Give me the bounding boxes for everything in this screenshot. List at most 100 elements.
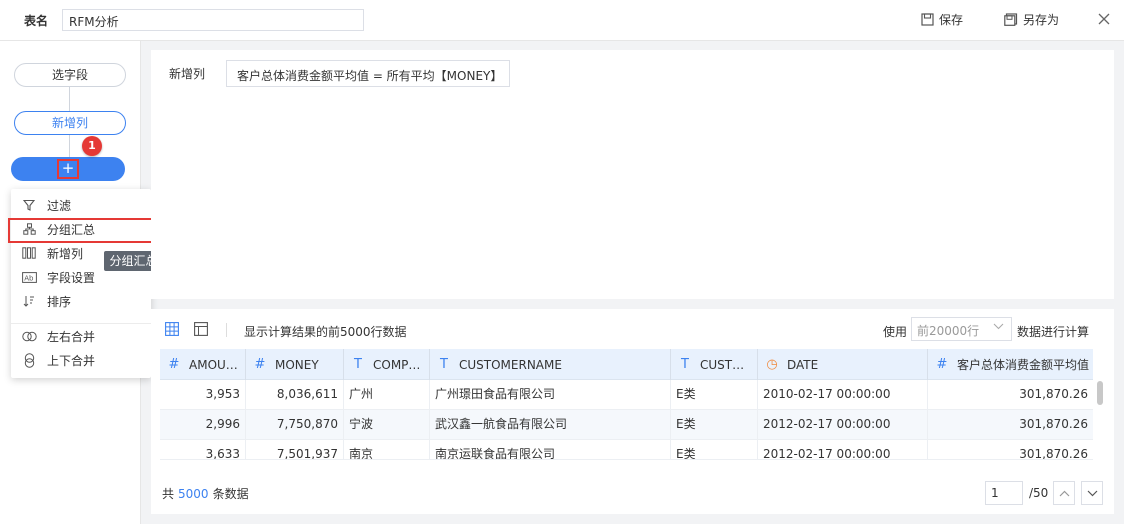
menu-item-label: 字段设置 — [47, 270, 96, 285]
table-row[interactable]: 3,953 8,036,611 广州 广州璟田食品有限公司 E类 2010-02… — [160, 380, 1093, 410]
table-cell: 2,996 — [160, 410, 246, 440]
table-cell: E类 — [671, 440, 758, 459]
menu-item-label: 过滤 — [47, 198, 72, 213]
table-cell: 301,870.26 — [1019, 387, 1088, 401]
column-header-money[interactable]: # MONEY — [246, 349, 344, 380]
table-cell: 2012-02-17 00:00:00 — [758, 440, 928, 459]
save-button[interactable]: 保存 — [921, 11, 963, 28]
table-cell: 3,633 — [160, 440, 246, 459]
table-cell: 广州璟田食品有限公司 — [430, 380, 671, 410]
table-header: # AMOU… # MONEY T COMP… T CUSTOMERNAME T CUST… — [160, 349, 1093, 380]
table-name-input[interactable]: RFM分析 — [62, 9, 364, 31]
number-type-icon: # — [254, 357, 266, 372]
save-label: 保存 — [939, 13, 964, 27]
number-type-icon: # — [936, 357, 948, 372]
calc-label: 数据进行计算 — [1017, 325, 1090, 339]
new-column-step[interactable]: 新增列 — [14, 111, 126, 135]
select-field-step[interactable]: 选字段 — [14, 63, 126, 87]
field-settings-icon: Ab — [21, 270, 37, 284]
menu-item-filter[interactable]: 过滤 — [11, 194, 151, 216]
column-editor-panel: 新增列 客户总体消费金额平均值 = 所有平均【MONEY】 — [151, 50, 1114, 299]
total-prefix: 共 — [162, 487, 175, 501]
table-scrollbar[interactable] — [1097, 381, 1103, 405]
table-name-label: 表名 — [24, 14, 49, 28]
column-label: 客户总体消费金额平均值 — [957, 358, 1090, 372]
column-label: DATE — [787, 357, 819, 372]
column-label: COMP… — [373, 357, 421, 372]
close-icon[interactable] — [1098, 11, 1112, 27]
table-cell: 2010-02-17 00:00:00 — [758, 380, 928, 410]
chevron-down-icon — [1087, 490, 1097, 496]
text-type-icon: T — [354, 357, 362, 372]
top-bottom-merge-icon — [21, 352, 37, 368]
left-right-merge-icon — [21, 329, 37, 343]
table-cell: 宁波 — [344, 410, 430, 440]
column-header-customername[interactable]: T CUSTOMERNAME — [430, 349, 671, 380]
column-label: CUST… — [700, 357, 745, 372]
menu-item-top-bottom-merge[interactable]: 上下合并 — [11, 349, 151, 371]
column-header-comp[interactable]: T COMP… — [344, 349, 430, 380]
page-number-input[interactable]: 1 — [985, 481, 1023, 505]
table-cell: E类 — [671, 410, 758, 440]
previous-page-button[interactable] — [1053, 481, 1075, 505]
flow-connector — [69, 135, 70, 157]
preview-title: 显示计算结果的前5000行数据 — [244, 325, 407, 339]
data-preview-panel: 显示计算结果的前5000行数据 使用 前20000行 数据进行计算 # AMOU…… — [151, 309, 1114, 514]
menu-divider — [11, 323, 151, 324]
table-cell: 7,750,870 — [246, 410, 344, 440]
table-cell: 301,870.26 — [1019, 447, 1088, 460]
menu-item-label: 左右合并 — [47, 329, 96, 344]
column-header-cust[interactable]: T CUST… — [671, 349, 758, 380]
next-page-button[interactable] — [1081, 481, 1103, 505]
menu-item-label: 新增列 — [47, 246, 84, 261]
total-number: 5000 — [178, 487, 209, 501]
table-cell: 广州 — [344, 380, 430, 410]
text-type-icon: T — [440, 357, 448, 372]
filter-icon — [21, 198, 37, 212]
column-label: AMOU… — [189, 357, 238, 372]
column-header-avg-spend[interactable]: # 客户总体消费金额平均值 — [928, 349, 1093, 380]
table-cell: 3,953 — [160, 380, 246, 410]
column-header-date[interactable]: ◷ DATE — [758, 349, 928, 380]
table-cell: 8,036,611 — [246, 380, 344, 410]
grid-view-icon[interactable] — [165, 322, 179, 336]
callout-badge-1: 1 — [82, 136, 102, 156]
save-as-icon — [1004, 13, 1018, 26]
column-header-amount[interactable]: # AMOU… — [160, 349, 246, 380]
flow-connector — [69, 87, 70, 111]
chevron-up-icon — [1059, 490, 1069, 496]
menu-item-left-right-merge[interactable]: 左右合并 — [11, 325, 151, 347]
table-cell: 7,501,937 — [246, 440, 344, 459]
table-cell: 301,870.26 — [1019, 417, 1088, 431]
column-label: CUSTOMERNAME — [459, 357, 562, 372]
table-cell: 2012-02-17 00:00:00 — [758, 410, 928, 440]
table-cell: E类 — [671, 380, 758, 410]
layout-view-icon[interactable] — [194, 322, 208, 336]
page-total: /50 — [1029, 486, 1049, 500]
group-summary-highlight — [8, 218, 154, 243]
editor-label: 新增列 — [169, 67, 206, 81]
table-row[interactable]: 2,996 7,750,870 宁波 武汉鑫一航食品有限公司 E类 2012-0… — [160, 410, 1093, 440]
chevron-down-icon — [993, 322, 1004, 333]
row-limit-select[interactable]: 前20000行 — [911, 317, 1012, 341]
table-cell: 南京 — [344, 440, 430, 459]
table-cell: 南京运联食品有限公司 — [430, 440, 671, 459]
save-as-label: 另存为 — [1023, 13, 1060, 27]
formula-field[interactable]: 客户总体消费金额平均值 = 所有平均【MONEY】 — [226, 60, 510, 87]
column-label: MONEY — [275, 357, 319, 372]
menu-item-sort[interactable]: 排序 — [11, 290, 151, 312]
menu-item-label: 排序 — [47, 294, 72, 309]
table-cell: 武汉鑫一航食品有限公司 — [430, 410, 671, 440]
sort-icon — [21, 294, 37, 308]
save-icon — [921, 13, 934, 26]
table-row[interactable]: 3,633 7,501,937 南京 南京运联食品有限公司 E类 2012-02… — [160, 440, 1093, 460]
save-as-button[interactable]: 另存为 — [1004, 11, 1059, 28]
number-type-icon: # — [168, 357, 180, 372]
svg-text:Ab: Ab — [24, 274, 34, 282]
top-bar: 表名 RFM分析 保存 另存为 — [0, 0, 1124, 41]
toolbar-divider — [226, 323, 227, 337]
total-count: 共 5000 条数据 — [162, 485, 249, 502]
date-type-icon: ◷ — [766, 357, 778, 372]
use-label: 使用 — [883, 325, 908, 339]
add-step-button[interactable]: + — [57, 159, 79, 179]
